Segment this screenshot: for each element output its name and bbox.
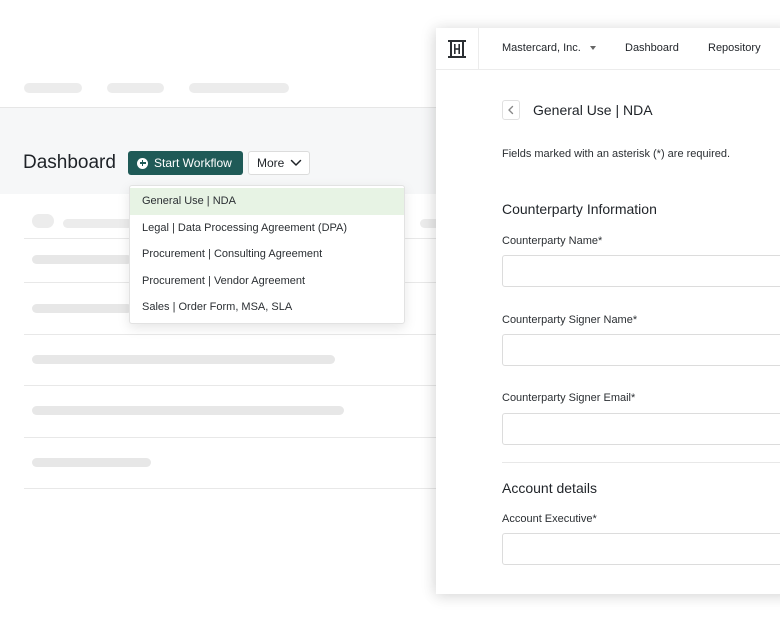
logo[interactable] [436,28,479,70]
caret-down-icon [589,46,596,51]
table-row-divider [24,334,440,335]
account-executive-label: Account Executive* [502,513,597,525]
section-account-details: Account details [502,480,597,496]
menu-item-sales-order-form[interactable]: Sales | Order Form, MSA, SLA [130,294,404,321]
required-note: Fields marked with an asterisk (*) are r… [502,148,731,160]
menu-item-procurement-vendor[interactable]: Procurement | Vendor Agreement [130,268,404,295]
page-title: Dashboard [23,152,116,173]
table-row [32,355,335,364]
skeleton-nav-item [107,83,164,93]
workflow-form-panel: Mastercard, Inc. Dashboard Repository Ge… [436,28,780,594]
more-button[interactable]: More [248,151,310,175]
skeleton-nav-item [189,83,289,93]
skeleton-nav-item [24,83,82,93]
account-executive-input[interactable] [502,533,780,565]
chevron-left-icon [508,105,514,115]
table-row [32,458,151,467]
signer-name-label: Counterparty Signer Name* [502,314,638,326]
signer-name-input[interactable] [502,334,780,366]
chevron-down-icon [291,159,302,166]
menu-item-legal-dpa[interactable]: Legal | Data Processing Agreement (DPA) [130,215,404,242]
signer-email-input[interactable] [502,413,780,445]
start-workflow-label: Start Workflow [154,156,232,170]
top-nav: Mastercard, Inc. Dashboard Repository [436,28,780,70]
table-row [32,406,344,415]
section-divider [502,462,780,463]
table-row-divider [24,385,440,386]
back-button[interactable] [502,100,520,120]
workflow-dropdown-menu: General Use | NDA Legal | Data Processin… [129,185,405,324]
nav-repository[interactable]: Repository [708,42,761,54]
table-row [32,304,132,313]
counterparty-name-label: Counterparty Name* [502,235,603,247]
table-row-divider [24,437,440,438]
table-row-divider [24,488,440,489]
nav-dashboard[interactable]: Dashboard [625,42,679,54]
more-label: More [257,156,285,170]
logo-icon [448,40,466,58]
company-name: Mastercard, Inc. [502,42,581,54]
table-row [32,255,132,264]
skeleton-checkbox [32,214,54,228]
company-switcher[interactable]: Mastercard, Inc. [502,42,596,54]
counterparty-name-input[interactable] [502,255,780,287]
skeleton-header [63,219,133,228]
form-title: General Use | NDA [533,102,653,118]
start-workflow-button[interactable]: Start Workflow [128,151,243,175]
menu-item-general-use-nda[interactable]: General Use | NDA [130,188,404,215]
menu-item-procurement-consulting[interactable]: Procurement | Consulting Agreement [130,241,404,268]
signer-email-label: Counterparty Signer Email* [502,392,636,404]
plus-circle-icon [137,157,148,169]
section-counterparty-information: Counterparty Information [502,201,657,217]
